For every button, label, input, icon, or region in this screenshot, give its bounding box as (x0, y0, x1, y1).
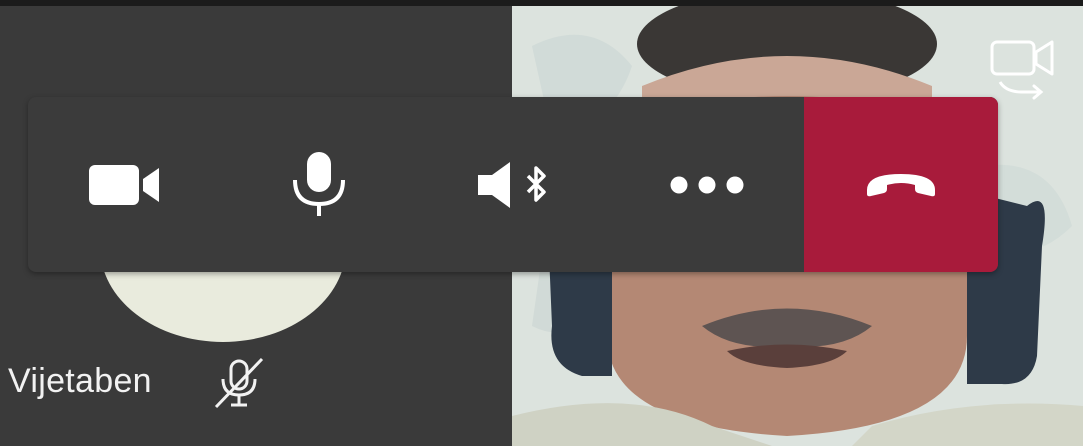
call-control-bar (28, 97, 998, 272)
mic-toggle-button[interactable] (222, 97, 416, 272)
video-toggle-button[interactable] (28, 97, 222, 272)
video-camera-icon (89, 164, 159, 205)
more-options-button[interactable] (610, 97, 804, 272)
more-options-icon (670, 176, 744, 193)
switch-camera-icon[interactable] (988, 36, 1058, 100)
participant-name: Vijetaben (8, 362, 152, 400)
microphone-icon (293, 151, 345, 216)
audio-output-button[interactable] (416, 97, 610, 272)
speaker-bluetooth-icon (478, 161, 546, 208)
mic-muted-icon (214, 357, 264, 409)
hang-up-button[interactable] (804, 97, 998, 272)
hang-up-icon (867, 173, 935, 196)
